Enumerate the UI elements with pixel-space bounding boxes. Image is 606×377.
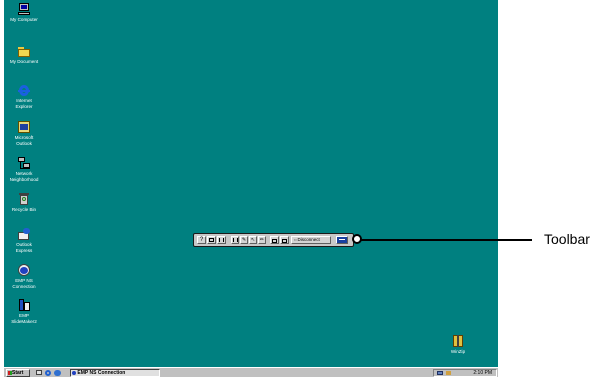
- desktop-icon-microsoft-outlook[interactable]: Microsoft Outlook: [6, 121, 42, 146]
- floating-toolbar: ? ✎ ↖ ✏ ⇔Disconnect: [193, 233, 354, 247]
- pointer-icon: ↖: [250, 237, 256, 243]
- split-icon: [219, 238, 224, 242]
- desktop-icon-label: My Computer: [10, 17, 38, 22]
- marker-icon: ✏: [259, 237, 265, 243]
- clock[interactable]: 2:10 PM: [473, 370, 492, 376]
- minimize-icon: [339, 239, 345, 240]
- desktop-icon-label: Outlook Express: [15, 242, 33, 253]
- ie-quick-launch-icon[interactable]: [45, 370, 51, 376]
- desktop-icon-winzip[interactable]: WinZip: [440, 335, 476, 355]
- window-icon: [209, 238, 214, 242]
- task-label: EMP NS Connection: [77, 370, 126, 376]
- desktop: My Computer My Document Internet Explore…: [4, 0, 498, 367]
- desktop-icon-label: My Document: [9, 59, 39, 64]
- help-button[interactable]: ?: [197, 236, 206, 244]
- winzip-icon: [451, 335, 465, 348]
- disconnect-button[interactable]: ⇔Disconnect: [291, 236, 331, 244]
- taskbar: Start EMP NS Connection 2:10 PM: [4, 367, 498, 377]
- settings-button[interactable]: [280, 236, 289, 244]
- desktop-icon-my-document[interactable]: My Document: [6, 45, 42, 65]
- computer-icon: [17, 3, 31, 16]
- desktop-icon-emp-ns-connection[interactable]: EMP NS Connection: [6, 264, 42, 289]
- marker-button[interactable]: ✏: [258, 236, 266, 244]
- system-tray: 2:10 PM: [433, 369, 497, 377]
- desktop-icon-outlook-express[interactable]: Outlook Express: [6, 228, 42, 253]
- outlook-express-quick-launch-icon[interactable]: [54, 370, 61, 376]
- desktop-icon-label: Microsoft Outlook: [14, 135, 34, 146]
- split-button[interactable]: [217, 236, 226, 244]
- network-icon: [17, 157, 31, 170]
- slidemaker-icon: [17, 299, 31, 312]
- keyboard-button[interactable]: [270, 236, 279, 244]
- network-tray-icon[interactable]: [437, 371, 443, 375]
- pen-icon: ✎: [241, 237, 247, 243]
- keyboard-icon: [272, 239, 277, 243]
- show-desktop-icon[interactable]: [36, 370, 42, 375]
- desktop-icon-recycle-bin[interactable]: Recycle Bin: [6, 193, 42, 213]
- desktop-icon-label: EMP SlideMaker2: [11, 313, 37, 324]
- desktop-icon-emp-slidemaker2[interactable]: EMP SlideMaker2: [6, 299, 42, 324]
- recycle-bin-icon: [17, 193, 31, 206]
- quick-launch: [34, 369, 64, 377]
- display-button[interactable]: [207, 236, 216, 244]
- desktop-icon-internet-explorer[interactable]: Internet Explorer: [6, 84, 42, 109]
- outlook-express-icon: [17, 228, 31, 241]
- desktop-icon-label: Recycle Bin: [11, 207, 37, 212]
- disconnect-label: Disconnect: [297, 237, 320, 242]
- pointer-button[interactable]: ↖: [249, 236, 257, 244]
- callout-dot: [352, 234, 362, 244]
- settings-icon: [282, 239, 287, 243]
- start-label: Start: [12, 370, 24, 376]
- outlook-icon: [17, 121, 31, 134]
- callout-line: [361, 239, 532, 241]
- volume-tray-icon[interactable]: [446, 371, 451, 375]
- emp-ns-task-icon: [72, 370, 76, 375]
- desktop-icon-label: WinZip: [450, 349, 466, 354]
- start-button[interactable]: Start: [6, 369, 30, 377]
- toolbar-callout-label: Toolbar: [544, 231, 590, 247]
- desktop-icon-label: Internet Explorer: [15, 98, 33, 109]
- ie-icon: [17, 84, 31, 97]
- minimize-toolbar-button[interactable]: [336, 236, 348, 244]
- emp-ns-icon: [17, 264, 31, 277]
- taskbar-button-emp-ns-connection[interactable]: EMP NS Connection: [70, 369, 160, 377]
- pause-button[interactable]: [231, 236, 239, 244]
- desktop-icon-my-computer[interactable]: My Computer: [6, 3, 42, 23]
- pen-button[interactable]: ✎: [240, 236, 248, 244]
- desktop-icon-label: EMP NS Connection: [12, 278, 36, 289]
- folder-icon: [17, 45, 31, 58]
- pause-icon: [232, 238, 238, 242]
- help-icon: ?: [199, 237, 204, 243]
- desktop-icon-label: Network Neighborhood: [9, 171, 39, 182]
- desktop-icon-network-neighborhood[interactable]: Network Neighborhood: [6, 157, 42, 182]
